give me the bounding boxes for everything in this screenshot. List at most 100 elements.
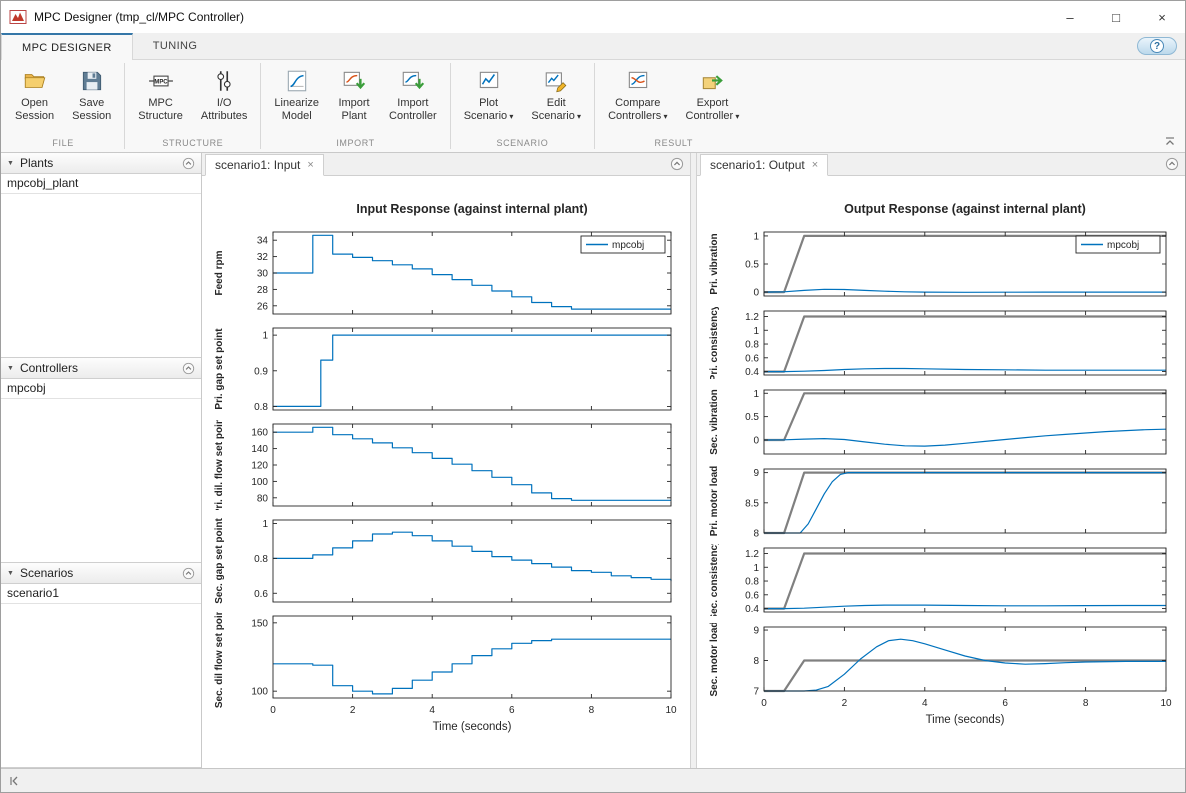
close-tab-icon[interactable]: × [307, 159, 313, 171]
document-splitter[interactable] [690, 153, 697, 768]
save-session-button[interactable]: SaveSession [64, 63, 119, 136]
toolbar-groups: OpenSessionSaveSessionFILEMPCMPCStructur… [3, 60, 751, 152]
panel-controllers: ▼Controllersmpcobj [1, 358, 201, 563]
panel-actions-icon[interactable] [182, 362, 195, 375]
save-disk-icon [79, 66, 105, 96]
subplot-feed-rpm: 2628303234Feed rpmmpcobj [211, 228, 681, 318]
y-tick-label: 1 [262, 519, 268, 530]
toolbar-group-buttons: PlotScenario ▾EditScenario ▾ [456, 63, 589, 136]
toolbar-group-label: SCENARIO [456, 136, 589, 152]
import-controller-button[interactable]: ImportController [381, 63, 445, 136]
tab-label: scenario1: Input [215, 158, 300, 172]
minimize-button[interactable]: – [1047, 1, 1093, 33]
panel-header-controllers[interactable]: ▼Controllers [1, 358, 201, 379]
subplot-pri-gap-set-point: 0.80.91Pri. gap set point [211, 324, 681, 414]
toolbar-group-buttons: MPCMPCStructureI/OAttributes [130, 63, 255, 136]
button-label-line: Structure [138, 110, 183, 123]
y-tick-label: 28 [257, 285, 269, 296]
list-item-scenario1[interactable]: scenario1 [1, 584, 201, 604]
x-tick-label: 0 [761, 698, 767, 709]
collapse-triangle-icon: ▼ [7, 160, 14, 167]
button-label-line: Edit [547, 97, 566, 110]
y-tick-label: 150 [251, 618, 268, 629]
main-content: ▼Plantsmpcobj_plant▼Controllersmpcobj▼Sc… [1, 153, 1185, 768]
toolbar: OpenSessionSaveSessionFILEMPCMPCStructur… [1, 60, 1185, 153]
x-tick-label: 10 [1160, 698, 1172, 709]
dropdown-arrow-icon: ▾ [507, 112, 513, 121]
export-controller-icon [699, 66, 725, 96]
toolbar-group-import: LinearizeModelImportPlantImportControlle… [262, 60, 448, 152]
button-label-line: Model [282, 110, 312, 123]
toolbar-separator [124, 63, 125, 149]
compare-controllers-button[interactable]: CompareControllers ▾ [600, 63, 675, 136]
y-axis-label: Pri. motor load [709, 466, 720, 537]
ribbon-tabstrip: MPC DESIGNERTUNING ? [1, 33, 1185, 60]
linearize-model-button[interactable]: LinearizeModel [266, 63, 327, 136]
document-tab-scenario1-output[interactable]: scenario1: Output × [700, 154, 828, 176]
y-tick-label: 1 [262, 331, 268, 342]
panel-actions-icon[interactable] [182, 567, 195, 580]
plot-scenario-button[interactable]: PlotScenario ▾ [456, 63, 522, 136]
panel-header-plants[interactable]: ▼ Plants [1, 153, 201, 174]
tab-label: scenario1: Output [710, 158, 805, 172]
list-item-mpcobj[interactable]: mpcobj [1, 379, 201, 399]
document-tab-scenario1-input[interactable]: scenario1: Input × [205, 154, 324, 176]
panel-body: mpcobj [1, 379, 201, 563]
y-tick-label: 0.8 [745, 577, 759, 588]
y-tick-label: 0.8 [254, 402, 268, 413]
open-session-button[interactable]: OpenSession [7, 63, 62, 136]
y-tick-label: 0 [753, 435, 759, 446]
export-controller-button[interactable]: ExportController ▾ [678, 63, 748, 136]
y-tick-label: 7 [753, 687, 759, 698]
x-tick-label: 0 [270, 705, 276, 716]
i-o-attributes-button[interactable]: I/OAttributes [193, 63, 255, 136]
button-label-line: Session [72, 110, 111, 123]
tabbar-actions-icon[interactable] [1165, 157, 1179, 176]
button-label-line: Save [79, 97, 104, 110]
close-button[interactable]: × [1139, 1, 1185, 33]
edit-scenario-button[interactable]: EditScenario ▾ [523, 63, 589, 136]
collapse-triangle-icon: ▼ [7, 570, 14, 577]
panel-header-scenarios[interactable]: ▼ Scenarios [1, 563, 201, 584]
collapse-sidebar-button[interactable] [4, 772, 24, 790]
y-tick-label: 0.4 [745, 604, 759, 615]
panel-actions-icon[interactable] [182, 157, 195, 170]
question-mark-icon: ? [1150, 39, 1164, 53]
close-tab-icon[interactable]: × [812, 159, 818, 171]
toolbar-group-result: CompareControllers ▾ExportController ▾RE… [596, 60, 751, 152]
panel-title: Plants [20, 156, 53, 170]
list-item-mpcobj-plant[interactable]: mpcobj_plant [1, 174, 201, 194]
x-tick-label: 4 [922, 698, 928, 709]
tabbar-actions-icon[interactable] [670, 157, 684, 176]
ribbon-tab-tuning[interactable]: TUNING [133, 33, 218, 59]
button-label-line: Scenario ▾ [531, 110, 581, 123]
figure-title: Input Response (against internal plant) [202, 202, 690, 216]
button-label-line: Import [338, 97, 369, 110]
document-input: scenario1: Input × Input Response (again… [202, 153, 690, 768]
y-axis-label: Feed rpm [214, 250, 225, 295]
ribbon-tab-mpc-designer[interactable]: MPC DESIGNER [1, 33, 133, 60]
panel-plants: ▼ Plants mpcobj_plant [1, 153, 201, 358]
y-tick-label: 9 [753, 468, 759, 479]
button-label-line: Attributes [201, 110, 247, 123]
y-tick-label: 160 [251, 428, 268, 439]
subplot-pri-consistency: 0.40.60.811.2Pri. consistency [706, 307, 1176, 379]
y-tick-label: 0.5 [745, 412, 759, 423]
dropdown-arrow-icon: ▾ [661, 112, 667, 121]
maximize-button[interactable]: □ [1093, 1, 1139, 33]
panel-title: Scenarios [20, 566, 73, 580]
toolbar-group-label: STRUCTURE [130, 136, 255, 152]
y-axis-label: Pri. consistency [709, 307, 720, 379]
mpc-structure-button[interactable]: MPCMPCStructure [130, 63, 191, 136]
help-button[interactable]: ? [1137, 37, 1177, 55]
y-tick-label: 0.9 [254, 366, 268, 377]
collapse-ribbon-button[interactable] [1162, 134, 1178, 148]
panel-body: mpcobj_plant [1, 174, 201, 358]
document-area: scenario1: Input × Input Response (again… [202, 153, 1185, 768]
import-plant-button[interactable]: ImportPlant [329, 63, 379, 136]
titlebar: MPC Designer (tmp_cl/MPC Controller) – □… [1, 1, 1185, 33]
mpc-structure-icon: MPC [148, 66, 174, 96]
y-axis-label: Sec. consistency [709, 544, 720, 616]
collapse-triangle-icon: ▼ [7, 365, 14, 372]
subplot-pri-vibration: 00.51Pri. vibrationmpcobj [706, 228, 1176, 300]
